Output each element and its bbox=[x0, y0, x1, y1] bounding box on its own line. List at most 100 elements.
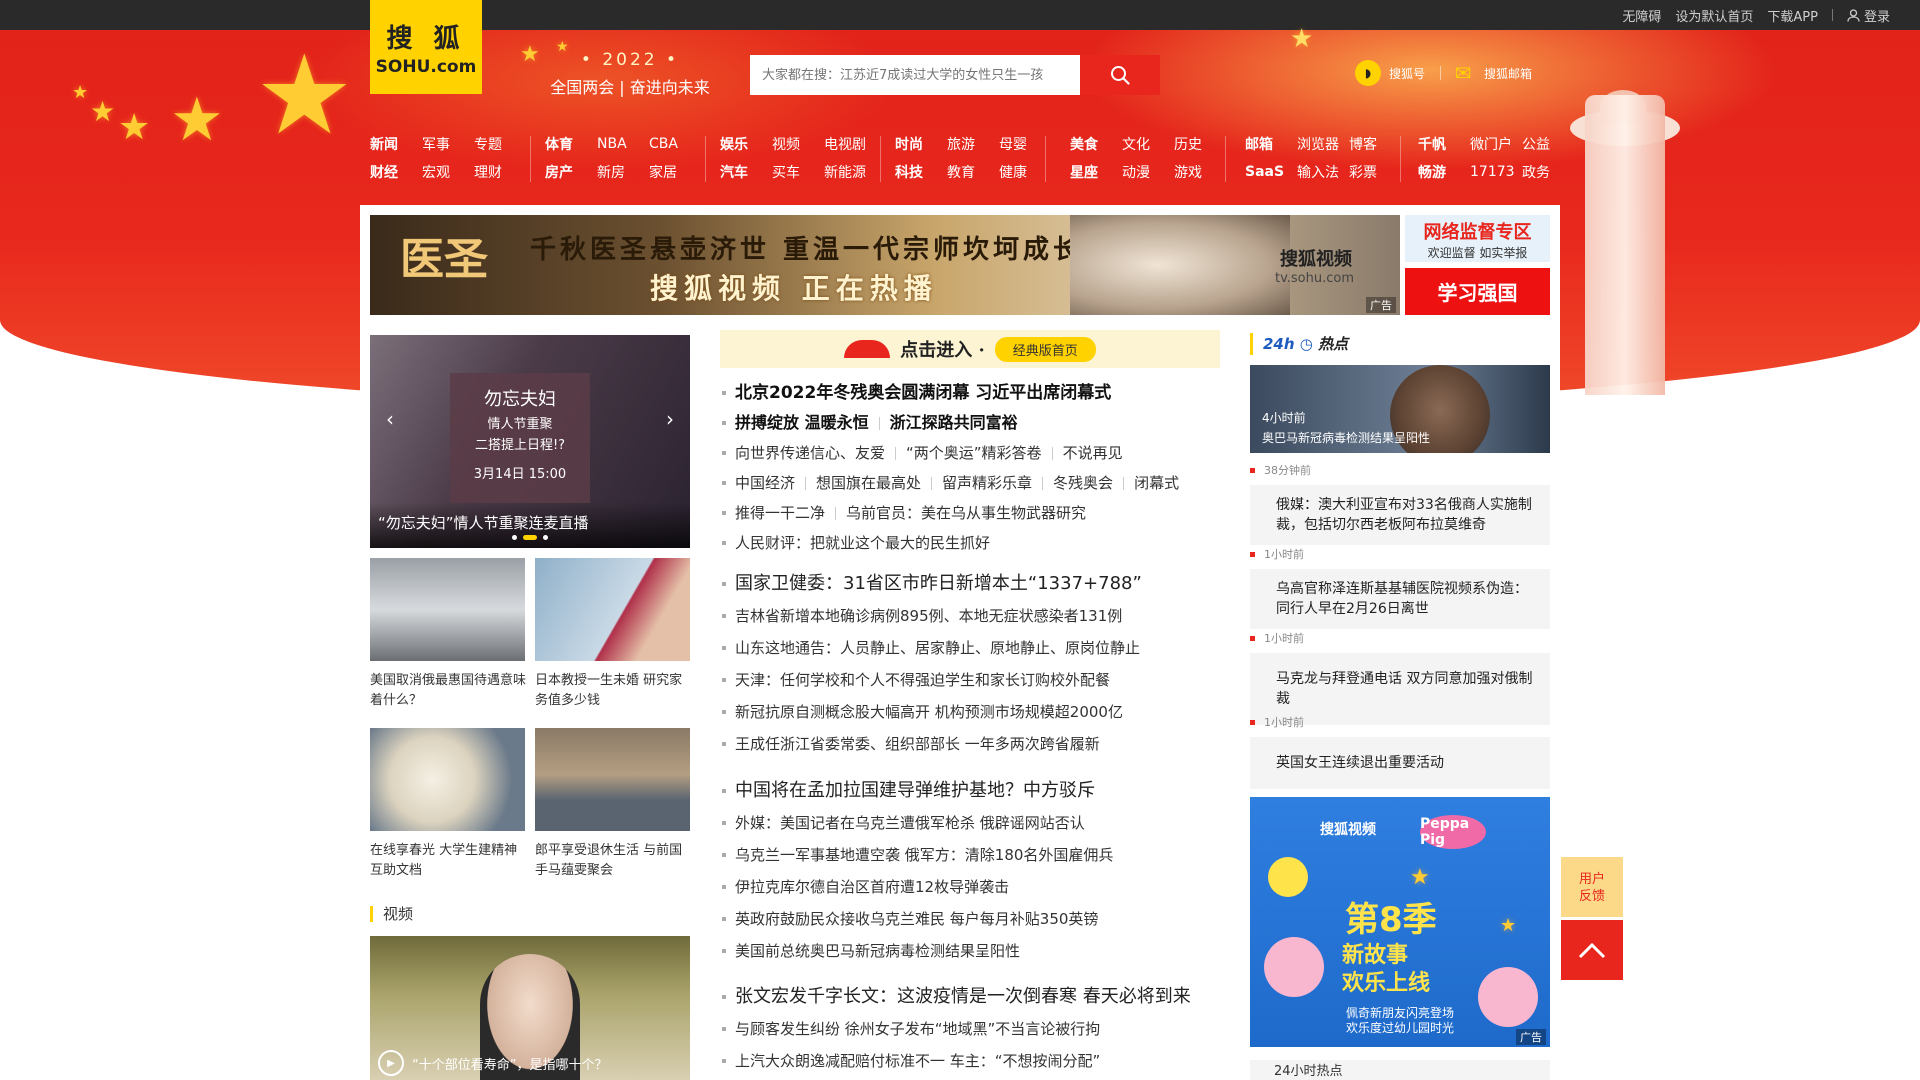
thumb-caption[interactable]: 日本教授一生未婚 研究家务值多少钱 bbox=[535, 671, 695, 711]
search-button[interactable] bbox=[1080, 55, 1160, 95]
hot-item[interactable]: 1小时前 马克龙与拜登通电话 双方同意加强对俄制裁 bbox=[1250, 631, 1550, 725]
news-link[interactable]: 吉林省新增本地确诊病例895例、本地无症状感染者131例 bbox=[720, 600, 1240, 632]
nav-item[interactable]: 健康 bbox=[999, 162, 1051, 182]
thumb-image[interactable] bbox=[535, 728, 690, 831]
news-link[interactable]: 山东这地通告：人员静止、居家静止、原地静止、原岗位静止 bbox=[720, 632, 1240, 664]
nav-item[interactable]: 汽车 bbox=[720, 162, 772, 182]
thumb-image[interactable] bbox=[535, 558, 690, 661]
news-link[interactable]: 中国经济 bbox=[735, 474, 795, 492]
news-link[interactable]: 浙江探路共同富裕 bbox=[890, 413, 1018, 432]
news-link[interactable]: 张文宏发千字长文：这波疫情是一次倒春寒 春天必将到来 bbox=[720, 981, 1240, 1013]
chevron-right-icon[interactable]: › bbox=[666, 407, 674, 431]
headline-link[interactable]: 北京2022年冬残奥会圆满闭幕 习近平出席闭幕式 bbox=[720, 378, 1240, 408]
news-link[interactable]: 伊拉克库尔德自治区首府遭12枚导弹袭击 bbox=[720, 871, 1240, 903]
news-link[interactable]: “两个奥运”精彩答卷 bbox=[906, 444, 1042, 462]
news-link[interactable]: 王成任浙江省委常委、组织部部长 一年多两次跨省履新 bbox=[720, 728, 1240, 760]
sohu-logo[interactable]: 搜 狐 SOHU.com bbox=[370, 0, 482, 94]
thumb-caption[interactable]: 郎平享受退休生活 与前国手马蕴雯聚会 bbox=[535, 841, 695, 881]
login-link[interactable]: 登录 bbox=[1847, 6, 1890, 25]
nav-item[interactable]: 动漫 bbox=[1122, 162, 1174, 182]
nav-item[interactable]: 输入法 bbox=[1297, 162, 1349, 182]
carousel-caption[interactable]: “勿忘夫妇”情人节重聚连麦直播 bbox=[370, 502, 690, 548]
news-link[interactable]: 美国前总统奥巴马新冠病毒检测结果呈阳性 bbox=[720, 935, 1240, 967]
nav-item[interactable]: 教育 bbox=[947, 162, 999, 182]
nav-item[interactable]: 新房 bbox=[597, 162, 649, 182]
nav-item[interactable]: 娱乐 bbox=[720, 134, 772, 154]
nav-item[interactable]: 畅游 bbox=[1418, 162, 1470, 182]
nav-item[interactable]: 彩票 bbox=[1349, 162, 1401, 182]
nav-item[interactable]: 历史 bbox=[1174, 134, 1226, 154]
news-link[interactable]: 新冠抗原自测概念股大幅高开 机构预测市场规模超2000亿 bbox=[720, 696, 1240, 728]
news-link[interactable]: 向世界传递信心、友爱 bbox=[735, 444, 885, 462]
news-link[interactable]: 外媒：美国记者在乌克兰遭俄军枪杀 俄辟谣网站否认 bbox=[720, 807, 1240, 839]
nav-item[interactable]: 旅游 bbox=[947, 134, 999, 154]
nav-item[interactable]: 专题 bbox=[474, 134, 526, 154]
video-card[interactable]: ▶ “十个部位看寿命”，是指哪十个？ bbox=[370, 936, 690, 1080]
news-link[interactable]: 英政府鼓励民众接收乌克兰难民 每户每月补贴350英镑 bbox=[720, 903, 1240, 935]
news-link[interactable]: 国家卫健委：31省区市昨日新增本土“1337+788” bbox=[720, 568, 1240, 600]
video-section-title[interactable]: 视频 bbox=[370, 906, 413, 922]
nav-item[interactable]: 时尚 bbox=[895, 134, 947, 154]
nav-item[interactable]: 电视剧 bbox=[824, 134, 876, 154]
news-link[interactable]: 中国将在孟加拉国建导弹维护基地？中方驳斥 bbox=[720, 775, 1240, 807]
news-link[interactable]: 闭幕式 bbox=[1134, 474, 1179, 492]
nav-item[interactable]: 家居 bbox=[649, 162, 701, 182]
slogan[interactable]: • 2022 • 全国两会 | 奋进向未来 bbox=[530, 50, 730, 98]
carousel-dot[interactable] bbox=[543, 535, 548, 540]
carousel-dot[interactable] bbox=[512, 535, 517, 540]
news-link[interactable]: 乌克兰一军事基地遭空袭 俄军方：清除180名外国雇佣兵 bbox=[720, 839, 1240, 871]
supervision-ad[interactable]: 网络监督专区 欢迎监督 如实举报 bbox=[1405, 215, 1550, 262]
nav-item[interactable]: 买车 bbox=[772, 162, 824, 182]
nav-item[interactable]: SaaS bbox=[1245, 164, 1297, 180]
news-link[interactable]: 天津：任何学校和个人不得强迫学生和家长订购校外配餐 bbox=[720, 664, 1240, 696]
search-input[interactable] bbox=[750, 55, 1080, 95]
download-app-link[interactable]: 下载APP bbox=[1767, 6, 1818, 25]
nav-item[interactable]: 浏览器 bbox=[1297, 134, 1349, 154]
news-link[interactable]: 拼搏绽放 温暖永恒 bbox=[735, 413, 869, 432]
nav-item[interactable]: 游戏 bbox=[1174, 162, 1226, 182]
nav-item[interactable]: 视频 bbox=[772, 134, 824, 154]
feedback-button[interactable]: 用户 反馈 bbox=[1561, 857, 1623, 917]
nav-item[interactable]: 体育 bbox=[545, 134, 597, 154]
thumb-caption[interactable]: 在线享春光 大学生建精神互助文档 bbox=[370, 841, 530, 881]
news-link[interactable]: 想国旗在最高处 bbox=[816, 474, 921, 492]
nav-item[interactable]: 宏观 bbox=[422, 162, 474, 182]
nav-item[interactable]: NBA bbox=[597, 136, 649, 152]
classic-button[interactable]: 经典版首页 bbox=[994, 336, 1096, 362]
nav-item[interactable]: 军事 bbox=[422, 134, 474, 154]
play-icon[interactable]: ▶ bbox=[378, 1050, 404, 1076]
hot-image-card[interactable]: 4小时前 奥巴马新冠病毒检测结果呈阳性 bbox=[1250, 365, 1550, 453]
chevron-left-icon[interactable]: ‹ bbox=[386, 407, 394, 431]
news-link[interactable]: 上汽大众朗逸减配赔付标准不一 车主：“不想按闹分配” bbox=[720, 1045, 1240, 1077]
classic-version-entry[interactable]: 点击进入 · 经典版首页 bbox=[720, 330, 1220, 368]
back-to-top-button[interactable] bbox=[1561, 920, 1623, 980]
news-link[interactable]: 乌前官员：美在乌从事生物武器研究 bbox=[846, 504, 1086, 522]
hot-title[interactable]: 24h ◷ 热点 bbox=[1250, 333, 1348, 355]
nav-item[interactable]: 房产 bbox=[545, 162, 597, 182]
peppa-pig-ad[interactable]: 搜狐视频 Peppa Pig ★ ★ 第8季 新故事 欢乐上线 佩奇新朋友闪亮登… bbox=[1250, 797, 1550, 1047]
thumb-image[interactable] bbox=[370, 728, 525, 831]
nav-item[interactable]: 博客 bbox=[1349, 134, 1401, 154]
thumb-caption[interactable]: 美国取消俄最惠国待遇意味着什么？ bbox=[370, 671, 530, 711]
featured-carousel[interactable]: 勿忘夫妇 情人节重聚 二搭提上日程!? 3月14日 15:00 ‹ › “勿忘夫… bbox=[370, 335, 690, 548]
nav-item[interactable]: 千帆 bbox=[1418, 134, 1470, 154]
nav-item[interactable]: 理财 bbox=[474, 162, 526, 182]
nav-item[interactable]: 邮箱 bbox=[1245, 134, 1297, 154]
news-link[interactable]: 人民财评：把就业这个最大的民生抓好 bbox=[720, 528, 1240, 558]
news-link[interactable]: 留声精彩乐章 bbox=[942, 474, 1032, 492]
carousel-dot-active[interactable] bbox=[523, 535, 537, 540]
hot-item[interactable]: 1小时前 英国女王连续退出重要活动 bbox=[1250, 715, 1550, 789]
hot-item[interactable]: 38分钟前 俄媒：澳大利亚宣布对33名俄商人实施制裁，包括切尔西老板阿布拉莫维奇 bbox=[1250, 463, 1550, 545]
nav-item[interactable]: 母婴 bbox=[999, 134, 1051, 154]
nav-item[interactable]: 政务 bbox=[1522, 162, 1574, 182]
sohu-mail-link[interactable]: ✉ 搜狐邮箱 bbox=[1450, 60, 1532, 86]
hot-item[interactable]: 1小时前 乌高官称泽连斯基基辅医院视频系伪造：同行人早在2月26日离世 bbox=[1250, 547, 1550, 629]
nav-item[interactable]: 17173 bbox=[1470, 164, 1522, 180]
news-link[interactable]: 冬残奥会 bbox=[1053, 474, 1113, 492]
nav-item[interactable]: 新能源 bbox=[824, 162, 876, 182]
news-link[interactable]: 推得一干二净 bbox=[735, 504, 825, 522]
news-link[interactable]: 不说再见 bbox=[1063, 444, 1123, 462]
nav-item[interactable]: 科技 bbox=[895, 162, 947, 182]
nav-item[interactable]: CBA bbox=[649, 136, 701, 152]
nav-item[interactable]: 新闻 bbox=[370, 134, 422, 154]
